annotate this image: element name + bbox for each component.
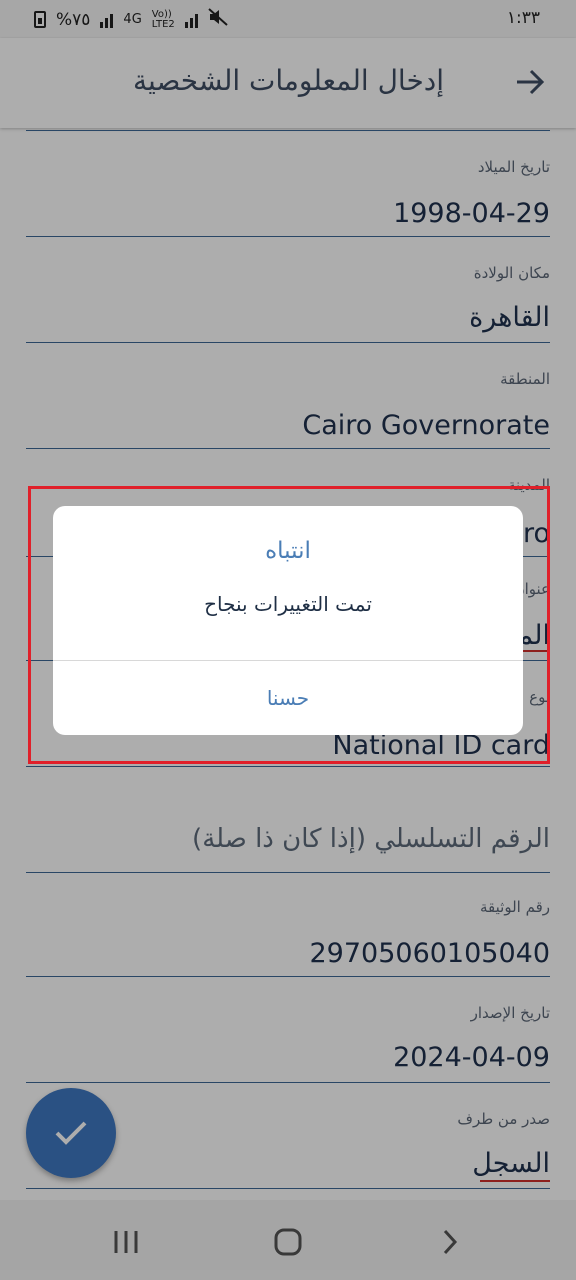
highlight-box xyxy=(28,486,550,764)
